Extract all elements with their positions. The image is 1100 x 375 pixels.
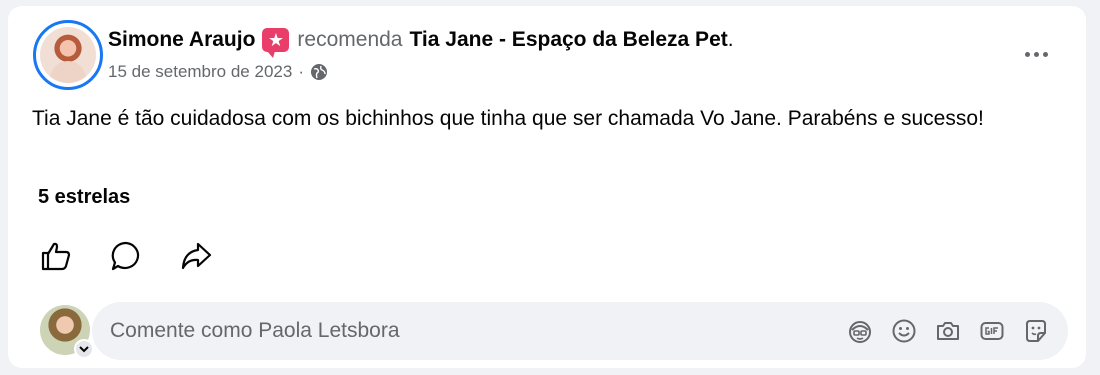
more-dot-icon — [1042, 51, 1048, 57]
like-button[interactable] — [38, 238, 74, 274]
more-dot-icon — [1033, 51, 1039, 57]
chevron-down-icon[interactable] — [74, 339, 94, 359]
more-dot-icon — [1024, 51, 1030, 57]
action-bar — [38, 238, 248, 274]
sticker-icon — [1026, 320, 1046, 342]
recommend-star-icon: ★ — [262, 28, 290, 58]
comment-tools — [830, 317, 1050, 345]
author-name-link[interactable]: Simone Araujo — [108, 28, 255, 52]
post-header: Simone Araujo ★ recomenda Tia Jane - Esp… — [108, 28, 734, 58]
page-name-link[interactable]: Tia Jane - Espaço da Beleza Pet — [409, 28, 727, 52]
recommend-label: recomenda — [297, 28, 403, 51]
gif-icon — [980, 322, 1004, 340]
sticker-button[interactable] — [1022, 317, 1050, 345]
globe-icon[interactable] — [310, 63, 328, 81]
comment-input[interactable] — [110, 302, 810, 360]
post-timestamp[interactable]: 15 de setembro de 2023 — [108, 62, 292, 82]
share-icon — [181, 242, 212, 270]
post-body: Tia Jane é tão cuidadosa com os bichinho… — [32, 107, 984, 130]
emoji-icon — [892, 319, 916, 343]
camera-button[interactable] — [934, 317, 962, 345]
avatar-sticker-icon — [849, 321, 871, 343]
comment-button[interactable] — [108, 238, 144, 274]
comment-box[interactable] — [92, 302, 1068, 360]
share-button[interactable] — [178, 238, 214, 274]
post-card: Simone Araujo ★ recomenda Tia Jane - Esp… — [8, 6, 1086, 368]
gif-button[interactable] — [978, 317, 1006, 345]
author-photo — [40, 27, 96, 83]
comment-icon — [111, 241, 140, 271]
author-avatar[interactable] — [33, 20, 103, 90]
page-name-period: . — [727, 28, 734, 51]
rating-text: 5 estrelas — [38, 186, 131, 208]
commenter-avatar[interactable] — [40, 305, 94, 359]
like-icon — [41, 242, 71, 271]
more-options-button[interactable] — [1018, 42, 1054, 66]
emoji-button[interactable] — [890, 317, 918, 345]
camera-icon — [937, 322, 959, 340]
meta-separator: · — [298, 62, 304, 81]
post-meta: 15 de setembro de 2023 · — [108, 62, 328, 82]
avatar-sticker-button[interactable] — [846, 317, 874, 345]
